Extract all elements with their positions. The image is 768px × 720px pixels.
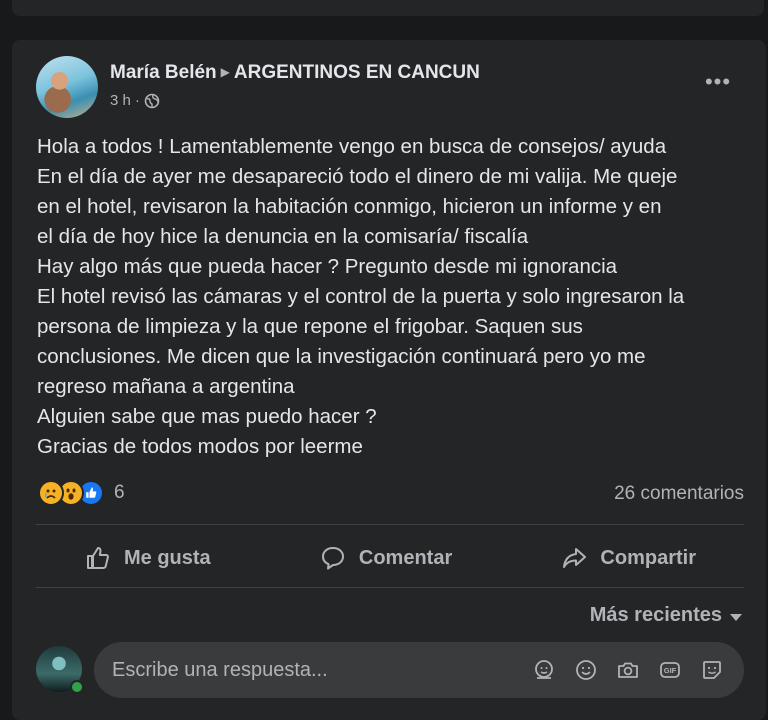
post-text-line: persona de limpieza y la que repone el f… bbox=[37, 315, 583, 338]
divider bbox=[36, 587, 744, 588]
group-arrow-icon: ▶ bbox=[220, 65, 230, 79]
post-text-line: En el día de ayer me desapareció todo el… bbox=[37, 165, 678, 188]
svg-text:GIF: GIF bbox=[664, 666, 677, 675]
globe-icon[interactable] bbox=[144, 93, 160, 109]
thumbs-up-icon bbox=[87, 547, 109, 569]
comment-input-placeholder: Escribe una respuesta... bbox=[112, 658, 328, 681]
post-text-line: regreso mañana a argentina bbox=[37, 375, 295, 398]
emoji-icon[interactable] bbox=[572, 656, 600, 684]
post-header-title: María Belén ▶ ARGENTINOS EN CANCUN bbox=[110, 62, 480, 84]
post-card: María Belén ▶ ARGENTINOS EN CANCUN 3 h · •… bbox=[12, 40, 766, 720]
comment-label: Comentar bbox=[358, 546, 453, 569]
sad-reaction-icon bbox=[38, 480, 64, 506]
author-avatar[interactable] bbox=[36, 56, 98, 118]
post-actions: Me gusta Comentar Compartir bbox=[36, 530, 744, 586]
comment-bubble-icon bbox=[321, 547, 344, 570]
post-text-line: en el hotel, revisaron la habitación con… bbox=[37, 195, 662, 218]
reactions-count[interactable]: 6 bbox=[114, 482, 125, 504]
divider bbox=[36, 524, 744, 525]
post-meta: 3 h · bbox=[110, 92, 160, 109]
post-text-line: Alguien sabe que mas puedo hacer ? bbox=[37, 405, 377, 428]
sort-label: Más recientes bbox=[589, 604, 722, 626]
post-time[interactable]: 3 h bbox=[110, 92, 131, 109]
previous-post-card bbox=[12, 0, 764, 16]
comment-input[interactable]: Escribe una respuesta... GIF bbox=[94, 642, 744, 698]
online-status-icon bbox=[70, 680, 84, 694]
share-label: Compartir bbox=[600, 546, 696, 569]
meta-separator: · bbox=[134, 92, 140, 109]
post-text-line: conclusiones. Me dicen que la investigac… bbox=[37, 345, 646, 368]
avatar-sticker-icon[interactable] bbox=[530, 656, 558, 684]
comments-count[interactable]: 26 comentarios bbox=[614, 483, 744, 505]
reactions-summary[interactable]: 6 bbox=[38, 480, 125, 506]
comment-button[interactable]: Comentar bbox=[271, 544, 500, 572]
post-text-line: el día de hoy hice la denuncia en la com… bbox=[37, 225, 529, 248]
post-text-line: Hay algo más que pueda hacer ? Pregunto … bbox=[37, 255, 618, 278]
post-body: Hola a todos ! Lamentablemente vengo en … bbox=[37, 132, 757, 462]
comment-input-tools: GIF bbox=[530, 656, 726, 684]
like-label: Me gusta bbox=[124, 546, 211, 569]
gif-icon[interactable]: GIF bbox=[656, 656, 684, 684]
like-button[interactable]: Me gusta bbox=[36, 544, 259, 572]
more-options-button[interactable]: ••• bbox=[700, 68, 736, 96]
comment-sort-dropdown[interactable]: Más recientes bbox=[590, 604, 742, 627]
post-text-line: Gracias de todos modos por leerme bbox=[37, 435, 363, 458]
chevron-down-icon bbox=[730, 613, 742, 621]
post-text-line: El hotel revisó las cámaras y el control… bbox=[37, 285, 685, 308]
camera-icon[interactable] bbox=[614, 656, 642, 684]
sticker-icon[interactable] bbox=[698, 656, 726, 684]
share-button[interactable]: Compartir bbox=[512, 544, 744, 572]
group-name[interactable]: ARGENTINOS EN CANCUN bbox=[234, 62, 480, 83]
post-text-line: Hola a todos ! Lamentablemente vengo en … bbox=[37, 135, 667, 158]
share-arrow-icon bbox=[563, 548, 587, 568]
author-name[interactable]: María Belén bbox=[110, 62, 217, 83]
